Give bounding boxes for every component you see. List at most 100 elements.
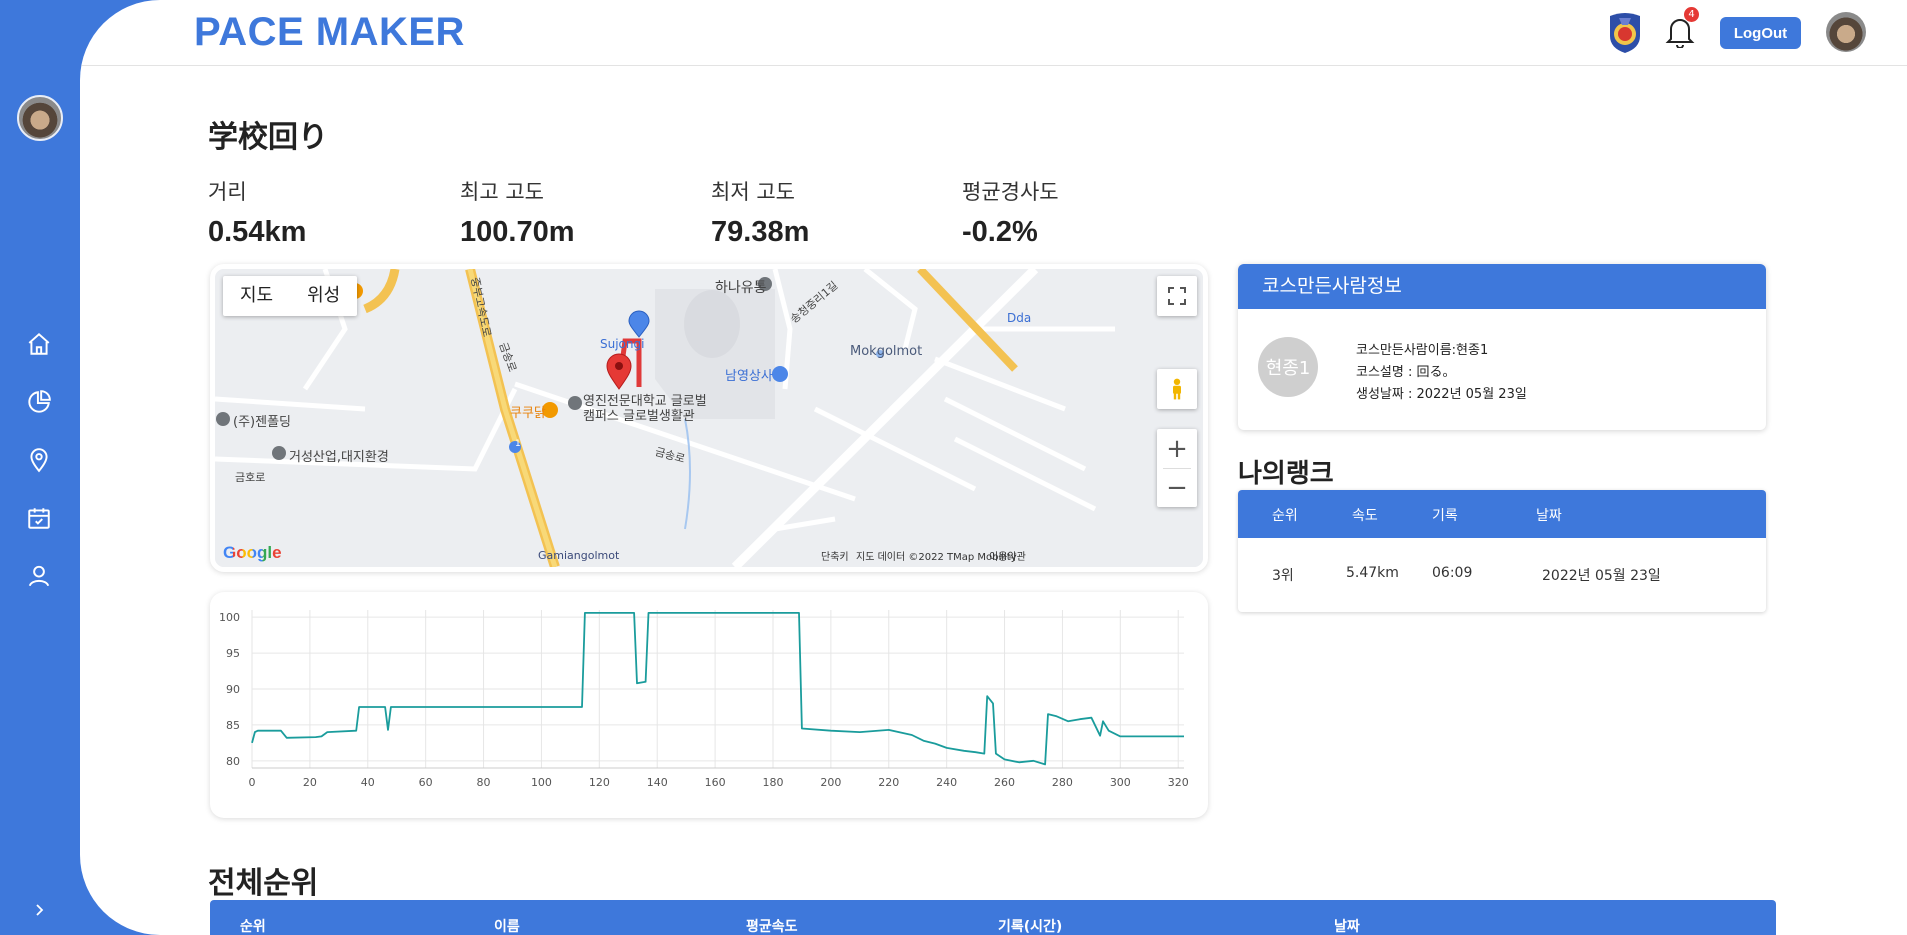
street-view-pegman-icon[interactable]: [1157, 369, 1197, 409]
map-label: 금호로: [235, 471, 266, 484]
notification-count-badge: 4: [1684, 7, 1699, 22]
column-header-date: 날짜: [1334, 919, 1360, 935]
table-header: 순위 속도 기록 날짜: [1238, 490, 1766, 538]
column-header-average-speed: 평균속도: [746, 919, 798, 935]
location-icon[interactable]: [25, 446, 53, 474]
elevation-chart-card: 0 20 40 60 80 100 120 140 160 180 200 220 240 260 280 3…: [210, 592, 1208, 818]
x-tick-label: 120: [589, 776, 610, 789]
my-rank-table: 순위 속도 기록 날짜 3위 5.47km 06:09 2022년 05월 23…: [1238, 490, 1766, 612]
calendar-check-icon[interactable]: [25, 504, 53, 532]
stat-value: -0.2%: [962, 216, 1038, 248]
creator-description: 코스설명 : 回る。: [1356, 365, 1456, 380]
map-label: (주)젠폴딩: [233, 415, 291, 430]
y-tick-label: 90: [226, 683, 240, 696]
rank-cell: 3위: [1272, 568, 1294, 584]
stat-label: 거리: [208, 180, 247, 204]
x-tick-label: 40: [361, 776, 375, 789]
home-icon[interactable]: [25, 330, 53, 358]
x-tick-label: 160: [705, 776, 726, 789]
map-label: Mokgolmot: [850, 344, 923, 359]
stat-average-slope: 평균경사도 -0.2%: [962, 176, 1059, 249]
chart-pie-icon[interactable]: [25, 388, 53, 416]
brand-logo[interactable]: PACE MAKER: [194, 10, 465, 55]
google-logo-text: Google: [223, 543, 282, 562]
creator-name: 코스만든사람이름:현종1: [1356, 343, 1489, 358]
column-header-speed: 속도: [1352, 508, 1378, 524]
column-header-date: 날짜: [1536, 508, 1562, 524]
x-tick-label: 80: [477, 776, 491, 789]
x-tick-label: 220: [878, 776, 899, 789]
stat-label: 최저 고도: [711, 180, 795, 204]
sidebar-avatar[interactable]: [17, 95, 63, 141]
google-logo: Google: [223, 543, 282, 563]
creator-avatar: 현종1: [1258, 337, 1318, 397]
map-type-toggle: 지도 위성: [223, 276, 358, 316]
x-tick-label: 0: [249, 776, 256, 789]
top-bar: PACE MAKER 4 LogOut: [80, 0, 1907, 66]
my-rank-title: 나의랭크: [1238, 459, 1334, 489]
main-content: PACE MAKER 4 LogOut 学校回り 거리 0.54km 최고 고도…: [80, 0, 1907, 935]
logout-button[interactable]: LogOut: [1720, 17, 1801, 49]
zoom-controls: + −: [1157, 429, 1197, 507]
map-label: Dda: [1007, 311, 1032, 325]
y-tick-label: 80: [226, 755, 240, 768]
map-label: Sujongi: [600, 337, 645, 351]
sidebar: [0, 0, 80, 935]
x-tick-label: 100: [531, 776, 552, 789]
fullscreen-icon[interactable]: [1157, 276, 1197, 316]
map-label: 거성산업,대지환경: [289, 450, 389, 465]
x-tick-label: 140: [647, 776, 668, 789]
stat-value: 79.38m: [711, 216, 810, 248]
course-map[interactable]: 지도 위성 + − 하나유통 송청중리1길 Sujongi Mokgolmot …: [210, 264, 1208, 572]
map-terms-link[interactable]: 이용약관: [989, 548, 1026, 563]
stat-min-altitude: 최저 고도 79.38m: [711, 176, 809, 249]
medal-badge-icon[interactable]: [1606, 12, 1644, 54]
date-cell: 2022년 05월 23일: [1542, 568, 1661, 584]
stat-max-altitude: 최고 고도 100.70m: [460, 176, 575, 249]
x-tick-label: 180: [762, 776, 783, 789]
user-avatar[interactable]: [1826, 12, 1866, 52]
map-label: Gamiangolmot: [538, 549, 620, 562]
speed-cell: 5.47km: [1346, 565, 1399, 581]
all-rank-title: 전체순위: [208, 866, 319, 901]
x-tick-label: 60: [419, 776, 433, 789]
column-header-rank: 순위: [240, 919, 266, 935]
map-label: 쿠쿠닭: [510, 406, 546, 421]
creator-info-header: 코스만든사람정보: [1238, 264, 1766, 309]
all-rank-table-header: 순위 이름 평균속도 기록(시간) 날짜: [210, 900, 1776, 935]
map-label: 캠퍼스 글로벌생활관: [583, 409, 695, 424]
stat-label: 최고 고도: [460, 180, 544, 204]
user-icon[interactable]: [25, 562, 53, 590]
creator-info-card: 코스만든사람정보 현종1 코스만든사람이름:현종1 코스설명 : 回る。 생성날…: [1238, 264, 1766, 430]
map-label: 남영상사: [725, 369, 773, 384]
route-shield: 1: [515, 439, 521, 449]
x-tick-label: 320: [1168, 776, 1189, 789]
map-background[interactable]: [215, 269, 1203, 567]
record-cell: 06:09: [1432, 565, 1473, 581]
column-header-rank: 순위: [1272, 508, 1298, 524]
column-header-record: 기록: [1432, 508, 1458, 524]
x-tick-label: 200: [820, 776, 841, 789]
y-tick-label: 85: [226, 719, 240, 732]
x-tick-label: 240: [936, 776, 957, 789]
zoom-out-icon[interactable]: −: [1157, 469, 1197, 507]
zoom-in-icon[interactable]: +: [1157, 430, 1197, 468]
chevron-right-icon[interactable]: [30, 900, 50, 920]
course-title: 学校回り: [208, 120, 328, 155]
x-tick-label: 260: [994, 776, 1015, 789]
column-header-name: 이름: [494, 919, 520, 935]
column-header-record-time: 기록(시간): [998, 919, 1063, 935]
map-tab-satellite[interactable]: 위성: [290, 276, 357, 316]
stat-label: 평균경사도: [962, 180, 1059, 204]
table-row: 3위 5.47km 06:09 2022년 05월 23일: [1238, 538, 1766, 612]
stat-distance: 거리 0.54km: [208, 176, 306, 249]
map-shortcuts-link[interactable]: 단축키: [821, 548, 849, 563]
stat-value: 0.54km: [208, 216, 307, 248]
x-tick-label: 300: [1110, 776, 1131, 789]
creator-date: 생성날짜 : 2022년 05월 23일: [1356, 387, 1527, 402]
map-label: 하나유통: [715, 280, 767, 296]
x-tick-label: 20: [303, 776, 317, 789]
elevation-chart: 0 20 40 60 80 100 120 140 160 180 200 220 240 260 280 3…: [219, 610, 1189, 789]
map-tab-map[interactable]: 지도: [223, 276, 290, 316]
y-tick-label: 95: [226, 647, 240, 660]
